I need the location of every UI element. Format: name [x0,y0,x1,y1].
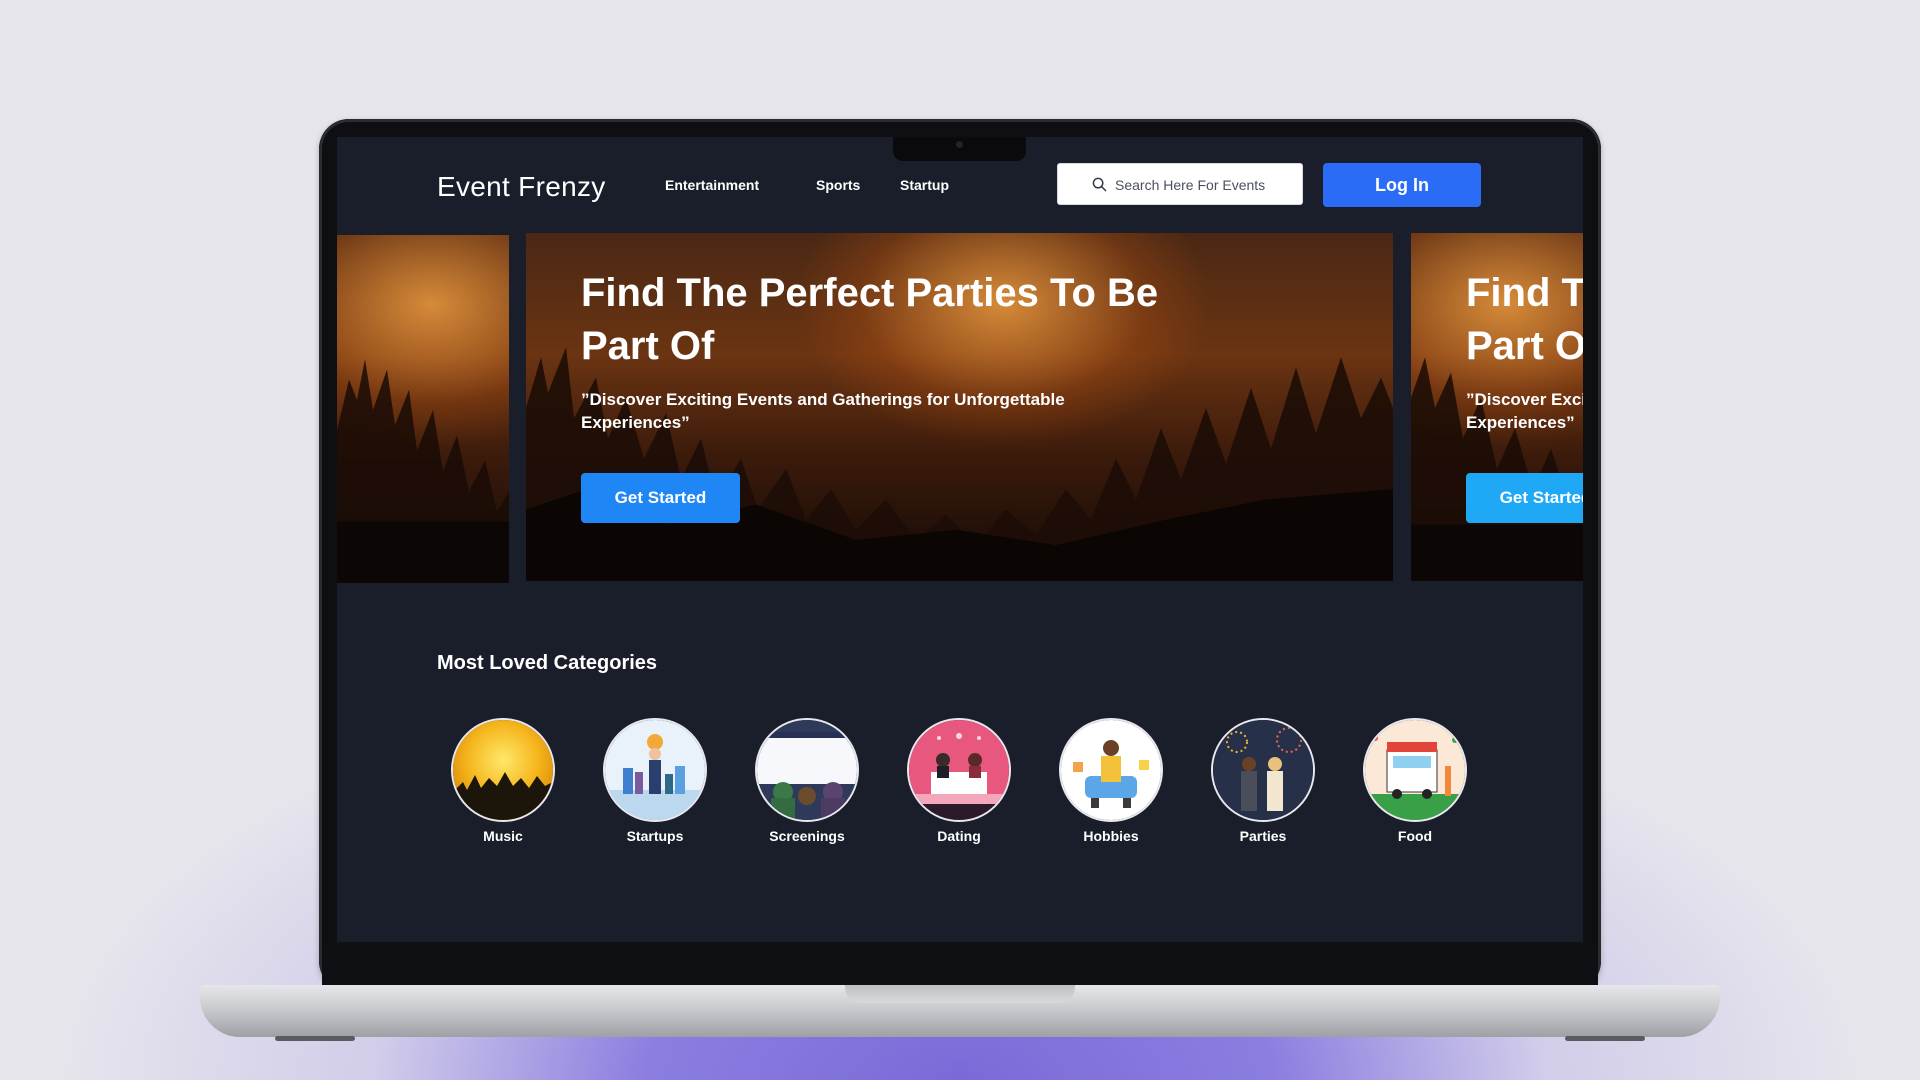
laptop-foot [275,1036,355,1041]
camera-icon [956,141,963,148]
screen: Event Frenzy Entertainment Sports Startu… [337,137,1583,942]
nav-link-sports[interactable]: Sports [816,177,860,193]
category-parties[interactable]: Parties [1211,718,1315,844]
hero-subtitle: ”Discover Exciting Events and Gatherings… [581,390,1065,432]
carousel-slide-previous[interactable] [337,235,509,583]
category-label: Hobbies [1083,828,1139,844]
food-icon [1363,718,1467,822]
crowd-image [1411,357,1583,581]
category-startups[interactable]: Startups [603,718,707,844]
hero-subtitle-peek: ”Discover Exciting Events and Gatherings… [1466,390,1583,432]
category-label: Parties [1239,828,1287,844]
search-input[interactable]: Search Here For Events [1057,163,1303,205]
section-title: Most Loved Categories [437,652,658,674]
category-hobbies[interactable]: Hobbies [1059,718,1163,844]
laptop-opening-groove [845,985,1075,1003]
category-music[interactable]: Music [451,718,555,844]
category-label: Food [1397,828,1433,844]
get-started-button[interactable]: Get Started [581,473,740,523]
category-food[interactable]: Food [1363,718,1467,844]
site-logo[interactable]: Event Frenzy [437,171,606,203]
laptop-bezel [322,942,1598,987]
carousel-slide-next[interactable]: Find The Perfect Parties To Be Part Of ”… [1411,233,1583,581]
category-label: Music [483,828,523,844]
startups-icon [603,718,707,822]
nav-link-startup[interactable]: Startup [900,177,949,193]
hobbies-icon [1059,718,1163,822]
search-icon [1092,177,1107,192]
hero-title-peek: Find The Perfect Parties To Be Part Of [1466,271,1583,368]
hero-title: Find The Perfect Parties To Be Part Of [581,271,1159,368]
category-label: Dating [937,828,981,844]
dating-icon [907,718,1011,822]
laptop-foot [1565,1036,1645,1041]
category-dating[interactable]: Dating [907,718,1011,844]
carousel-slide-active: Find The Perfect Parties To Be Part Of ”… [526,233,1393,581]
search-placeholder: Search Here For Events [1115,177,1266,193]
crowd-image [337,359,509,583]
crowd-image [526,347,1393,581]
category-label: Startups [626,828,684,844]
screenings-icon [755,718,859,822]
login-button[interactable]: Log In [1323,163,1481,207]
get-started-button-peek[interactable]: Get Started [1466,473,1583,523]
category-label: Screenings [769,828,845,844]
nav-link-entertainment[interactable]: Entertainment [665,177,759,193]
music-icon [451,718,555,822]
category-screenings[interactable]: Screenings [755,718,859,844]
parties-icon [1211,718,1315,822]
